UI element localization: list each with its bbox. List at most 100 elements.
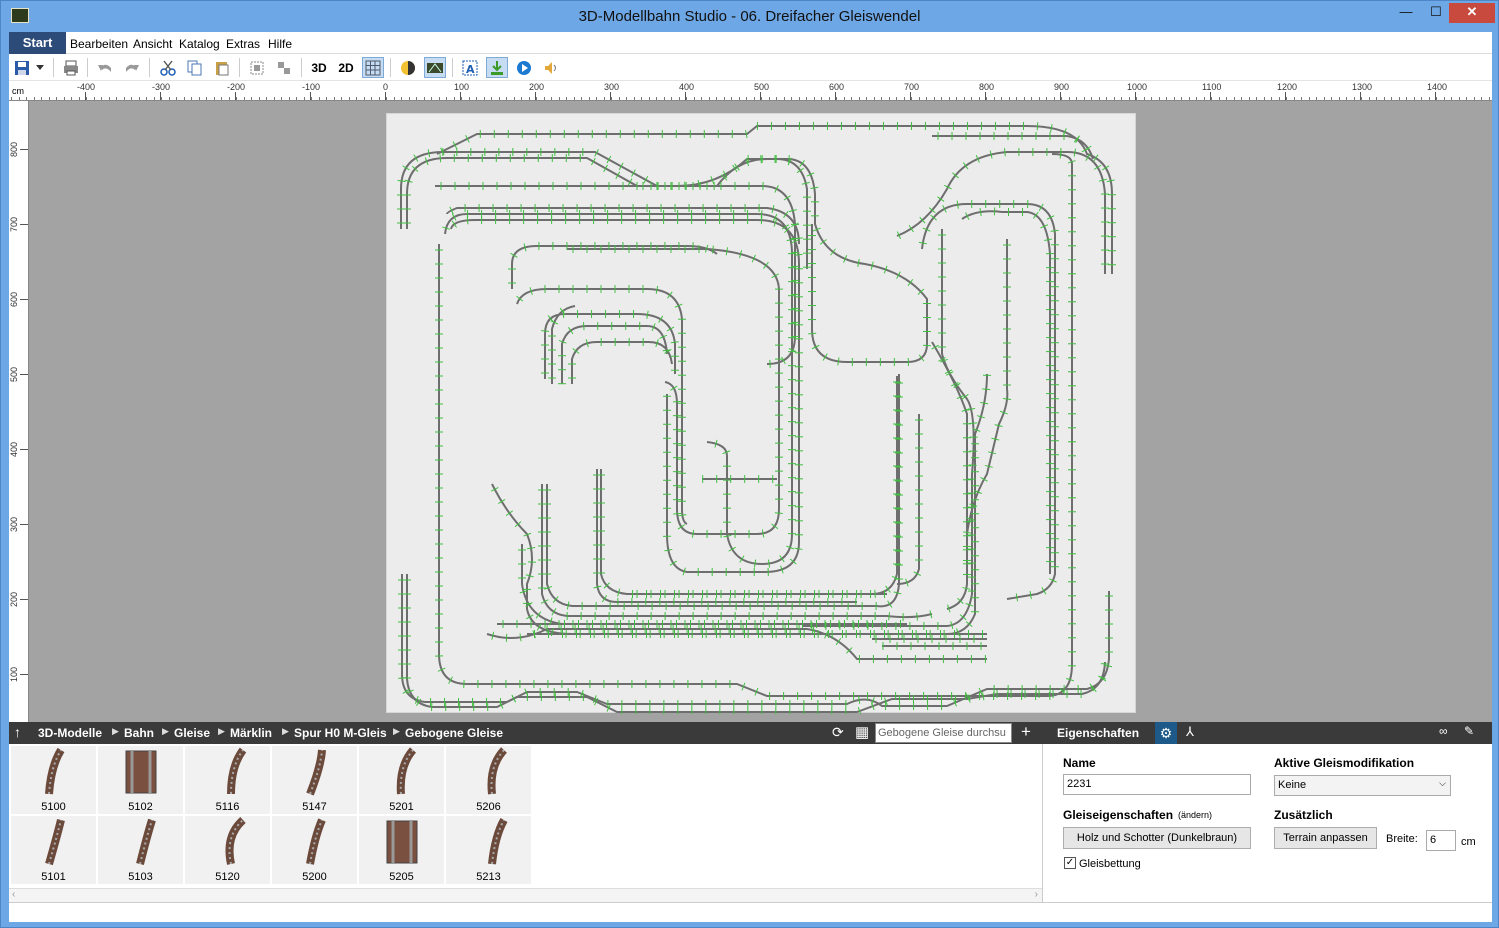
baseplate[interactable] — [386, 113, 1137, 716]
catalog-panel: 5100 5102 5116 5147 5201 5206 5101 5103 5120 5200… — [9, 744, 1042, 902]
add-icon[interactable]: + — [1021, 722, 1031, 742]
ruler-vertical: 800 700 600 500 400 300 200 100 — [9, 101, 29, 722]
track-props-change-link[interactable]: (ändern) — [1178, 810, 1212, 820]
modification-select[interactable]: Keine ⌵ — [1274, 775, 1451, 796]
menu-katalog[interactable]: Katalog — [179, 37, 220, 51]
ruler-tick-label: 1400 — [1427, 82, 1448, 92]
breadcrumb-item[interactable]: Spur H0 M-Gleis — [294, 726, 387, 740]
menu-ansicht[interactable]: Ansicht — [133, 37, 172, 51]
catalog-item-label: 5103 — [128, 871, 153, 883]
text-label-icon[interactable]: A — [459, 57, 481, 78]
track-piece-icon — [225, 817, 246, 865]
ruler-tick-label: 700 — [9, 216, 19, 232]
width-unit: cm — [1461, 836, 1476, 848]
undo-icon[interactable] — [94, 57, 116, 78]
layer-icon[interactable] — [397, 57, 419, 78]
catalog-scrollbar[interactable]: ‹ › — [9, 888, 1042, 902]
redo-icon[interactable] — [121, 57, 143, 78]
catalog-item[interactable]: 5201 — [359, 746, 444, 814]
settings-gear-icon[interactable]: ⚙ — [1155, 722, 1177, 744]
menu-bearbeiten[interactable]: Bearbeiten — [70, 37, 128, 51]
ungroup-icon[interactable] — [273, 57, 295, 78]
catalog-item[interactable]: 5103 — [98, 816, 183, 884]
ruler-tick-label: 0 — [383, 82, 389, 92]
bedding-checkbox[interactable]: ✓ — [1064, 857, 1076, 869]
view-3d-button[interactable]: 3D — [308, 57, 330, 78]
maximize-button[interactable]: ☐ — [1419, 3, 1453, 23]
cut-icon[interactable] — [157, 57, 179, 78]
catalog-item[interactable]: 5213 — [446, 816, 531, 884]
layout-canvas[interactable] — [29, 101, 1492, 722]
catalog-item[interactable]: 5100 — [11, 746, 96, 814]
menu-hilfe[interactable]: Hilfe — [268, 37, 292, 51]
catalog-item[interactable]: 5120 — [185, 816, 270, 884]
width-label: Breite: — [1386, 833, 1418, 845]
track-piece-icon — [306, 818, 326, 865]
breadcrumb-item[interactable]: 3D-Modelle — [38, 726, 102, 740]
catalog-item[interactable]: 5116 — [185, 746, 270, 814]
name-input[interactable]: 2231 — [1063, 774, 1251, 795]
view-2d-button[interactable]: 2D — [335, 57, 357, 78]
catalog-search-input[interactable]: Gebogene Gleise durchsu — [875, 723, 1012, 743]
hierarchy-icon[interactable]: ⅄ — [1186, 724, 1194, 740]
close-button[interactable]: ✕ — [1449, 3, 1495, 23]
catalog-item[interactable]: 5200 — [272, 816, 357, 884]
pin-icon[interactable]: ✎ — [1464, 724, 1474, 738]
catalog-item[interactable]: 5206 — [446, 746, 531, 814]
catalog-item-label: 5101 — [41, 871, 66, 883]
ruler-tick-label: 700 — [904, 82, 920, 92]
minimize-button[interactable]: — — [1389, 3, 1423, 23]
track-layout[interactable] — [387, 114, 1137, 716]
save-icon[interactable] — [11, 57, 33, 78]
track-props-button[interactable]: Holz und Schotter (Dunkelbraun) — [1063, 827, 1251, 849]
menu-start[interactable]: Start — [9, 32, 66, 54]
catalog-item[interactable]: 5101 — [11, 816, 96, 884]
catalog-item[interactable]: 5147 — [272, 746, 357, 814]
sound-icon[interactable] — [540, 57, 562, 78]
play-icon[interactable] — [513, 57, 535, 78]
menu-extras[interactable]: Extras — [226, 37, 260, 51]
terrain-button[interactable]: Terrain anpassen — [1274, 827, 1377, 849]
ruler-tick-label: -200 — [227, 82, 246, 92]
paste-icon[interactable] — [211, 57, 233, 78]
extra-label: Zusätzlich — [1274, 808, 1333, 822]
terrain-view-icon[interactable] — [424, 57, 446, 78]
ruler-tick-label: 100 — [9, 666, 19, 682]
chevron-down-icon: ⌵ — [1439, 778, 1446, 788]
bedding-label: Gleisbettung — [1079, 858, 1141, 870]
modification-value: Keine — [1278, 779, 1307, 791]
app-window: 3D-Modellbahn Studio - 06. Dreifacher Gl… — [0, 0, 1499, 928]
link-icon[interactable]: ∞ — [1439, 724, 1448, 738]
width-input[interactable]: 6 — [1426, 830, 1456, 851]
scroll-left-icon[interactable]: ‹ — [12, 889, 15, 900]
grid-view-icon[interactable]: ▦ — [855, 723, 869, 741]
save-dropdown-icon[interactable] — [33, 57, 47, 78]
modification-label: Aktive Gleismodifikation — [1274, 756, 1415, 770]
print-icon[interactable] — [60, 57, 82, 78]
properties-panel-title: Eigenschaften — [1057, 726, 1140, 740]
ruler-tick-label: -300 — [152, 82, 171, 92]
ruler-tick-label: 200 — [529, 82, 545, 92]
grid-icon[interactable] — [362, 57, 384, 78]
track-piece-icon — [487, 747, 508, 795]
refresh-icon[interactable]: ⟳ — [832, 724, 844, 741]
ruler-tick-label: -100 — [302, 82, 321, 92]
catalog-item[interactable]: 5102 — [98, 746, 183, 814]
catalog-path-bar: ↑ 3D-Modelle ▶ Bahn ▶ Gleise ▶ Märklin ▶… — [9, 722, 1492, 744]
properties-panel: Name 2231 Aktive Gleismodifikation Keine… — [1042, 744, 1492, 902]
ruler-tick-label: 800 — [9, 141, 19, 157]
breadcrumb-item[interactable]: Bahn — [124, 726, 154, 740]
toolbar: 3D 2D A — [9, 54, 1492, 81]
catalog-item[interactable]: 5205 — [359, 816, 444, 884]
up-arrow-icon[interactable]: ↑ — [14, 724, 21, 740]
import-icon[interactable] — [486, 57, 508, 78]
track-piece-icon — [125, 750, 157, 794]
track-piece-icon — [386, 820, 418, 864]
scroll-right-icon[interactable]: › — [1035, 889, 1038, 900]
copy-icon[interactable] — [184, 57, 206, 78]
breadcrumb-item[interactable]: Märklin — [230, 726, 272, 740]
group-icon[interactable] — [246, 57, 268, 78]
breadcrumb-item[interactable]: Gleise — [174, 726, 210, 740]
breadcrumb-item[interactable]: Gebogene Gleise — [405, 726, 503, 740]
ruler-tick-label: 200 — [9, 591, 19, 607]
